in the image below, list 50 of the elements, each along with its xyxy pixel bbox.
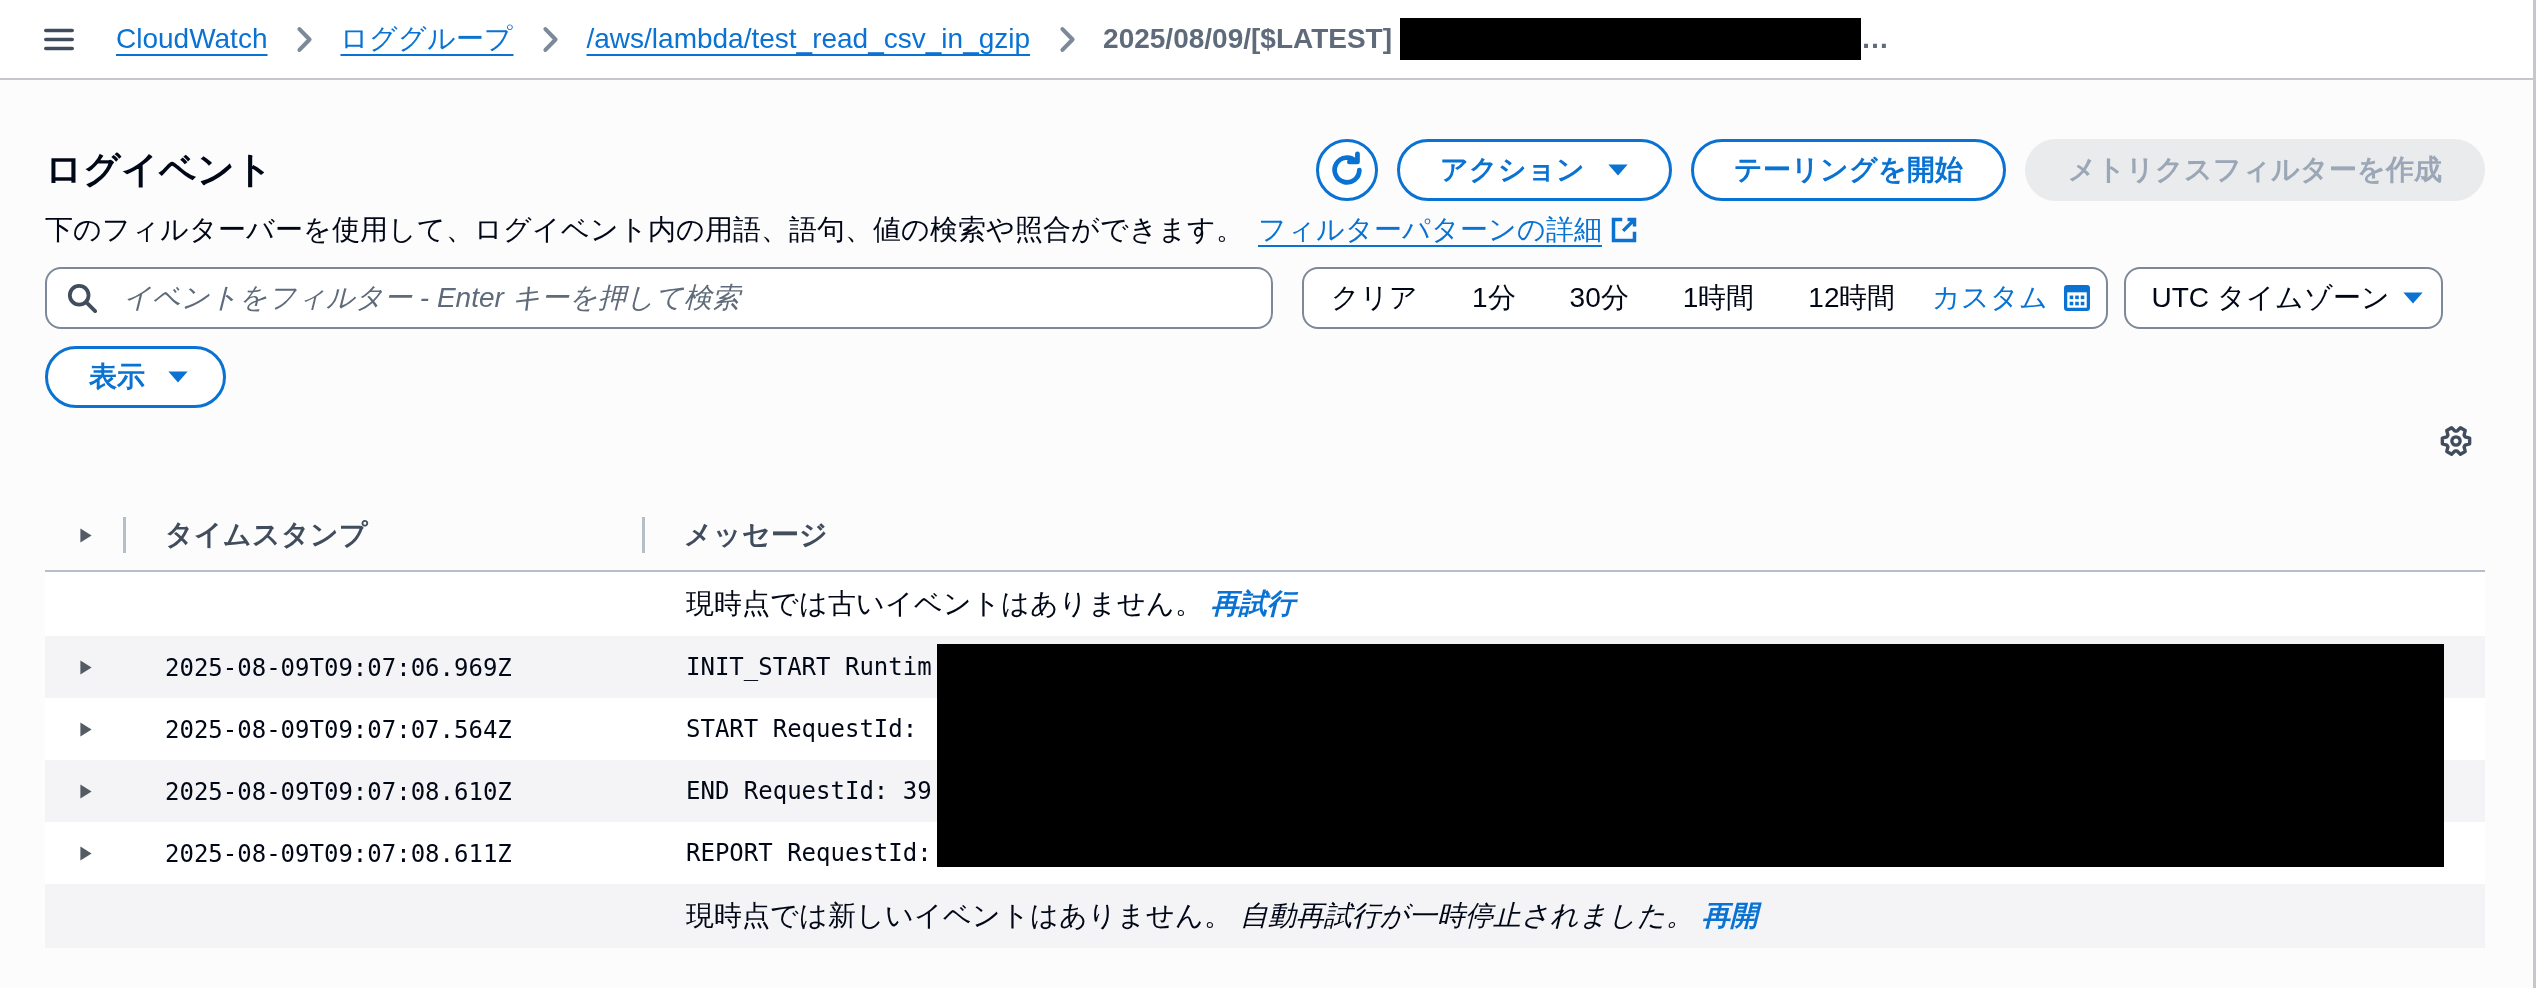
caret-down-icon [1607,163,1629,177]
external-link-icon[interactable] [1610,216,1638,244]
message-cell: START RequestId: [686,715,918,743]
breadcrumb-link[interactable]: CloudWatch [116,23,268,55]
caret-right-icon[interactable] [79,720,93,738]
search-field[interactable]: イベントをフィルター - Enter キーを押して検索 [45,267,1273,329]
time-range-option[interactable]: 12時間 [1781,269,1923,327]
caret-down-icon [167,370,189,384]
timestamp-cell: 2025-08-09T09:07:08.611Z [165,840,512,868]
clear-button[interactable]: クリア [1304,269,1445,327]
notice-text: 現時点では新しいイベントはありません。 [686,899,1232,933]
caret-right-icon[interactable] [79,844,93,862]
caret-right-icon[interactable] [79,782,93,800]
timestamp-cell: 2025-08-09T09:07:07.564Z [165,716,512,744]
help-link[interactable]: フィルターパターンの詳細 [1258,211,1602,249]
table-row[interactable]: 2025-08-09T09:07:06.969Z INIT_START Runtim [45,636,2485,698]
chevron-right-icon [1059,25,1077,53]
chevron-right-icon [296,25,314,53]
chevron-right-icon [542,25,560,53]
view-dropdown-button[interactable]: 表示 [45,346,226,408]
page-title: ログイベント [45,148,273,192]
notice-note: 自動再試行が一時停止されました。 [1240,899,1694,933]
search-icon [67,283,97,313]
breadcrumb-link[interactable]: ロググループ [340,20,514,58]
message-cell: END RequestId: 39 [686,777,932,805]
message-cell: INIT_START Runtim [686,653,932,681]
message-cell: REPORT RequestId: [686,839,932,867]
settings-icon[interactable] [2440,425,2472,457]
column-header: タイムスタンプ [165,518,368,552]
table-row[interactable]: 2025-08-09T09:07:08.610Z END RequestId: 39 [45,760,2485,822]
action-button[interactable]: テーリングを開始 [1691,139,2006,201]
breadcrumb-current: 2025/08/09/[$LATEST] [1103,23,1393,55]
custom-range-button[interactable]: カスタム [1922,269,2093,327]
column-header: メッセージ [684,518,828,552]
ellipsis-text: … [1861,23,1890,55]
time-range-option[interactable]: 1分 [1445,269,1543,327]
description-text: 下のフィルターバーを使用して、ログイベント内の用語、語句、値の検索や照合ができます。 [45,213,1244,247]
caret-right-icon[interactable] [79,526,93,544]
calendar-icon [2064,285,2091,311]
menu-icon[interactable] [44,27,74,51]
timestamp-cell: 2025-08-09T09:07:06.969Z [165,654,512,682]
caret-down-icon [2401,291,2424,305]
dropdown-button[interactable]: アクション [1397,139,1672,201]
time-range-option[interactable]: 1時間 [1655,269,1782,327]
notice-text: 現時点では古いイベントはありません。 [686,587,1203,621]
timezone-select[interactable]: UTC タイムゾーン [2124,267,2444,329]
caret-right-icon[interactable] [79,658,93,676]
timestamp-cell: 2025-08-09T09:07:08.610Z [165,778,512,806]
breadcrumb-link[interactable]: /aws/lambda/test_read_csv_in_gzip [586,23,1031,55]
time-range-option[interactable]: 30分 [1542,269,1656,327]
